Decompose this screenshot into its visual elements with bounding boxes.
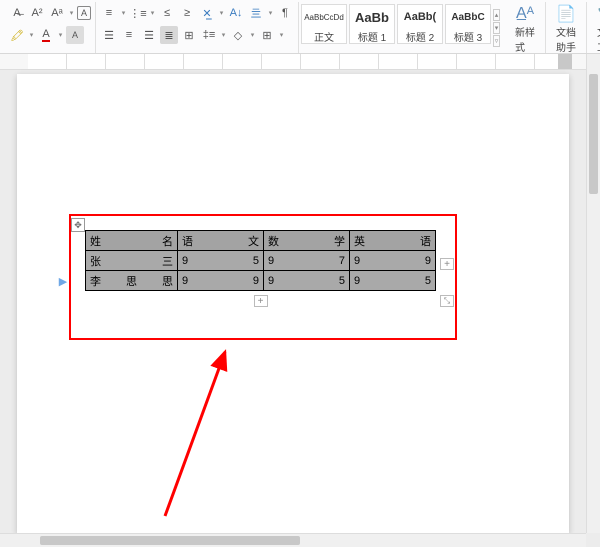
scrollbar-thumb[interactable] (589, 74, 598, 194)
style-heading2[interactable]: AaBb( 标题 2 (397, 4, 443, 44)
increase-indent-button[interactable]: ≥ (178, 4, 196, 22)
numbering-button[interactable]: ⋮≡ (129, 4, 147, 22)
vertical-scrollbar[interactable] (586, 54, 600, 533)
align-center-button[interactable]: ≡ (120, 26, 138, 44)
dropdown-arrow-icon[interactable]: ▾ (218, 4, 225, 22)
text-direction-button[interactable]: ✕̲ (198, 4, 216, 22)
show-marks-button[interactable]: ¶ (276, 4, 294, 22)
document-table[interactable]: 姓名 语文 数学 英语 张三 95 97 99 李思思 99 95 95 (85, 230, 436, 291)
font-color-button[interactable]: A (37, 26, 55, 44)
bullets-button[interactable]: ≡ (100, 4, 118, 22)
dropdown-arrow-icon[interactable]: ▾ (278, 26, 285, 44)
selection-marker-icon: ▶ (57, 276, 69, 286)
align-distribute-button[interactable]: ⊞ (180, 26, 198, 44)
style-heading3[interactable]: AaBbC 标题 3 (445, 4, 491, 44)
ribbon-toolbar: A̶ A² Aᵃ▾ A 🖍▾ A▾ A ≡▾ ⋮≡▾ ≤ ≥ ✕̲▾ A↓ 亖▾… (0, 0, 600, 54)
table-add-row-handle[interactable]: + (254, 295, 268, 307)
asian-layout-button[interactable]: 亖 (247, 4, 265, 22)
new-style-button[interactable]: A̲ᴬ 新样式 (509, 2, 541, 54)
styles-gallery: AaBbCcDd 正文 AaBb 标题 1 AaBb( 标题 2 AaBbC 标… (299, 2, 505, 53)
dropdown-arrow-icon[interactable]: ▾ (57, 26, 64, 44)
table-row[interactable]: 李思思 99 95 95 (86, 271, 436, 291)
table-move-handle[interactable]: ✥ (71, 218, 85, 232)
dropdown-arrow-icon[interactable]: ▾ (68, 4, 75, 22)
char-shading-button[interactable]: A (66, 26, 84, 44)
highlight-button[interactable]: 🖍 (8, 26, 26, 44)
dropdown-arrow-icon[interactable]: ▾ (120, 4, 127, 22)
text-tools-button[interactable]: 🔧 文字工具 (591, 2, 600, 54)
style-heading1[interactable]: AaBb 标题 1 (349, 4, 395, 44)
scrollbar-thumb[interactable] (40, 536, 300, 545)
change-case-button[interactable]: Aᵃ (48, 4, 66, 22)
table-row[interactable]: 姓名 语文 数学 英语 (86, 231, 436, 251)
superscript-button[interactable]: A² (28, 4, 46, 22)
table-row[interactable]: 张三 95 97 99 (86, 251, 436, 271)
align-left-button[interactable]: ☰ (100, 26, 118, 44)
strikethrough-button[interactable]: A̶ (8, 4, 26, 22)
dropdown-arrow-icon[interactable]: ▾ (267, 4, 274, 22)
doc-assistant-button[interactable]: 📄 文档助手 (550, 2, 582, 54)
annotation-arrow (155, 346, 275, 526)
char-border-button[interactable]: A (77, 6, 91, 20)
paragraph-group: ≡▾ ⋮≡▾ ≤ ≥ ✕̲▾ A↓ 亖▾ ¶ ☰ ≡ ☰ ≣ ⊞ ‡≡▾ ◇▾ … (96, 2, 299, 53)
style-normal[interactable]: AaBbCcDd 正文 (301, 4, 347, 44)
table-resize-handle[interactable]: ⤡ (440, 295, 454, 307)
new-style-icon: A̲ᴬ (515, 4, 535, 24)
align-justify-button[interactable]: ≣ (160, 26, 178, 44)
line-spacing-button[interactable]: ‡≡ (200, 26, 218, 44)
document-page[interactable]: ▶ ✥ 姓名 语文 数学 英语 张三 95 97 99 李思思 99 (17, 74, 569, 533)
borders-button[interactable]: ⊞ (258, 26, 276, 44)
shading-button[interactable]: ◇ (229, 26, 247, 44)
decrease-indent-button[interactable]: ≤ (158, 4, 176, 22)
dropdown-arrow-icon[interactable]: ▾ (149, 4, 156, 22)
doc-assistant-icon: 📄 (556, 4, 576, 24)
document-area[interactable]: ▶ ✥ 姓名 语文 数学 英语 张三 95 97 99 李思思 99 (0, 70, 586, 533)
styles-scroll-up[interactable]: ▴ (493, 9, 500, 21)
styles-expand[interactable]: ▿ (493, 35, 500, 47)
sort-button[interactable]: A↓ (227, 4, 245, 22)
table-add-col-handle[interactable]: + (440, 258, 454, 270)
dropdown-arrow-icon[interactable]: ▾ (220, 26, 227, 44)
styles-scroll-down[interactable]: ▾ (493, 22, 500, 34)
dropdown-arrow-icon[interactable]: ▾ (249, 26, 256, 44)
align-right-button[interactable]: ☰ (140, 26, 158, 44)
horizontal-scrollbar[interactable] (0, 533, 586, 547)
horizontal-ruler[interactable] (0, 54, 600, 70)
font-decor-group: A̶ A² Aᵃ▾ A 🖍▾ A▾ A (4, 2, 96, 53)
table-wrapper: ✥ 姓名 语文 数学 英语 张三 95 97 99 李思思 99 95 (85, 230, 436, 291)
dropdown-arrow-icon[interactable]: ▾ (28, 26, 35, 44)
